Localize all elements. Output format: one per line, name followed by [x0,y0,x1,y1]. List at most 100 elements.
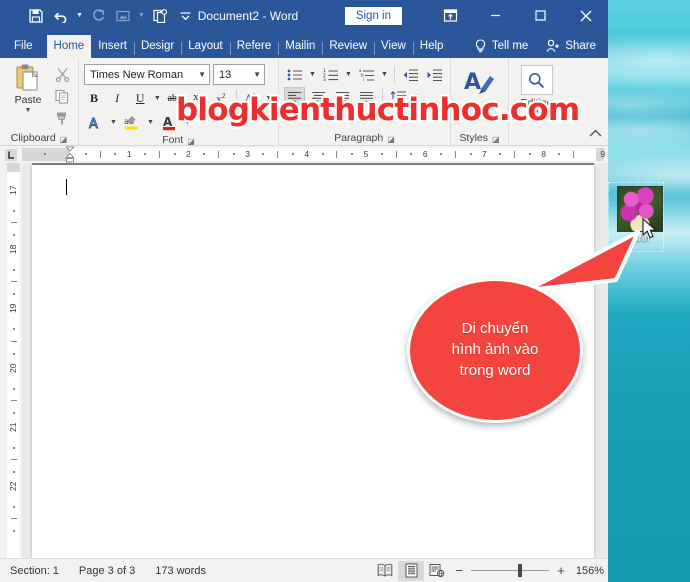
zoom-slider-track[interactable] [471,564,549,577]
bullets-dropdown-icon[interactable]: ▼ [308,71,317,78]
zoom-level-label[interactable]: 156% [574,565,608,577]
vruler-tick [11,222,17,224]
callout-line-2: hình ảnh vào [451,341,539,358]
tab-view[interactable]: View [374,36,413,58]
text-highlight-frame-icon[interactable]: A [84,112,106,133]
close-icon[interactable] [563,0,608,31]
copy-icon[interactable] [51,86,73,106]
collapse-ribbon-icon[interactable] [589,129,602,141]
numbering-icon[interactable]: 123 [320,65,341,84]
callout-line-3: trong word [459,362,531,379]
format-painter-icon[interactable] [51,108,73,128]
vruler-tick [13,387,15,390]
vruler-number: 19 [8,304,18,314]
maximize-icon[interactable] [518,0,563,31]
ruler-track[interactable]: 1 2 3 4 5 6 7 8 9 [22,146,606,163]
paste-button[interactable]: Paste ▼ [5,61,51,114]
ruler-tick [173,153,176,155]
share-person-icon [547,39,560,52]
multilevel-dropdown-icon[interactable]: ▼ [380,71,389,78]
find-button[interactable] [520,65,553,95]
customize-qat-icon[interactable] [173,4,197,28]
numbering-dropdown-icon[interactable]: ▼ [344,71,353,78]
italic-button[interactable]: I [107,88,127,109]
tell-me-button[interactable]: Tell me [468,37,534,55]
tab-insert[interactable]: Insert [91,36,134,58]
text-frame-dropdown-icon[interactable]: ▼ [109,119,118,126]
vruler-tick [13,293,15,296]
tab-file[interactable]: File [0,36,47,58]
paste-dropdown-icon[interactable]: ▼ [25,107,32,114]
ruler-tick [114,153,117,155]
paragraph-dialog-launcher-icon[interactable]: ◪ [387,132,395,147]
increase-indent-icon[interactable] [424,65,445,84]
highlight-dropdown-icon[interactable]: ▼ [146,119,155,126]
ruler-number: 9 [600,149,606,159]
ribbon-display-options-icon[interactable] [428,0,473,31]
styles-group-label: Styles ◪ [451,131,508,146]
underline-dropdown-icon[interactable]: ▼ [153,95,161,102]
print-layout-icon[interactable] [398,560,424,581]
callout-bubble: Di chuyển hình ảnh vào trong word [407,278,583,423]
status-page[interactable]: Page 3 of 3 [69,565,145,577]
tab-help[interactable]: Help [412,36,451,58]
zoom-out-button[interactable]: − [454,563,464,578]
underline-button[interactable]: U [130,88,150,109]
horizontal-ruler[interactable]: 1 2 3 4 5 6 7 8 9 [0,146,608,163]
font-name-size-row: Times New Roman ▼ 13 ▼ [84,64,273,85]
save-icon[interactable] [24,4,48,28]
decrease-indent-icon[interactable] [400,65,421,84]
font-size-chevron-down-icon[interactable]: ▼ [249,70,261,79]
font-name-combo[interactable]: Times New Roman ▼ [84,64,210,85]
tab-mailings[interactable]: Mailin [278,36,322,58]
ruler-tick [440,153,442,155]
undo-icon[interactable] [49,4,73,28]
ruler-number: 7 [482,149,487,159]
status-word-count[interactable]: 173 words [145,565,216,577]
zoom-control[interactable]: − + [450,563,574,578]
ruler-tick [380,153,383,155]
bullets-icon[interactable] [284,65,305,84]
font-name-chevron-down-icon[interactable]: ▼ [194,70,206,79]
ruler-number: 5 [363,149,369,159]
callout-text: Di chuyển hình ảnh vào trong word [452,318,539,383]
vruler-tick [11,340,17,342]
clipboard-side-buttons [51,61,73,128]
share-button[interactable]: Share [538,37,604,55]
read-mode-icon[interactable] [372,561,398,581]
tab-references[interactable]: Refere [229,36,279,58]
multilevel-list-icon[interactable]: abi [356,65,377,84]
tab-design[interactable]: Desigr [133,36,181,58]
copy-format-icon[interactable] [148,4,172,28]
page-left-gutter [22,163,32,558]
cut-icon[interactable] [51,64,73,84]
tab-home[interactable]: Home [46,35,92,58]
tab-layout[interactable]: Layout [181,36,230,58]
font-size-combo[interactable]: 13 ▼ [213,64,265,85]
bold-button[interactable]: B [84,88,104,109]
ribbon-tab-bar: File Home Insert Desigr Layout Refere Ma… [0,31,608,58]
web-layout-icon[interactable] [424,561,450,581]
styles-dialog-launcher-icon[interactable]: ◪ [492,132,500,147]
tab-stop-selector[interactable] [0,146,22,163]
vruler-tick [13,234,15,237]
tab-review[interactable]: Review [322,36,374,58]
group-clipboard: Paste ▼ Clipboard ◪ [0,58,78,146]
zoom-in-button[interactable]: + [556,563,566,578]
ruler-tick [203,153,206,155]
sign-in-button[interactable]: Sign in [344,6,402,25]
indent-marker-icon[interactable] [65,146,75,163]
vruler-tick [13,506,15,509]
zoom-slider-thumb[interactable] [518,564,522,577]
clipboard-dialog-launcher-icon[interactable]: ◪ [60,132,68,147]
vruler-tick [13,446,15,449]
undo-dropdown-icon[interactable]: ▼ [74,4,85,28]
ruler-marks: 1 2 3 4 5 6 7 8 9 [22,148,606,161]
highlight-color-icon[interactable]: ab [121,112,143,133]
vertical-ruler[interactable]: 17 18 19 20 21 22 [0,163,22,558]
ruler-tick [454,151,456,158]
search-icon [529,72,545,88]
status-section[interactable]: Section: 1 [0,565,69,577]
minimize-icon[interactable] [473,0,518,31]
vruler-tick [11,518,17,520]
